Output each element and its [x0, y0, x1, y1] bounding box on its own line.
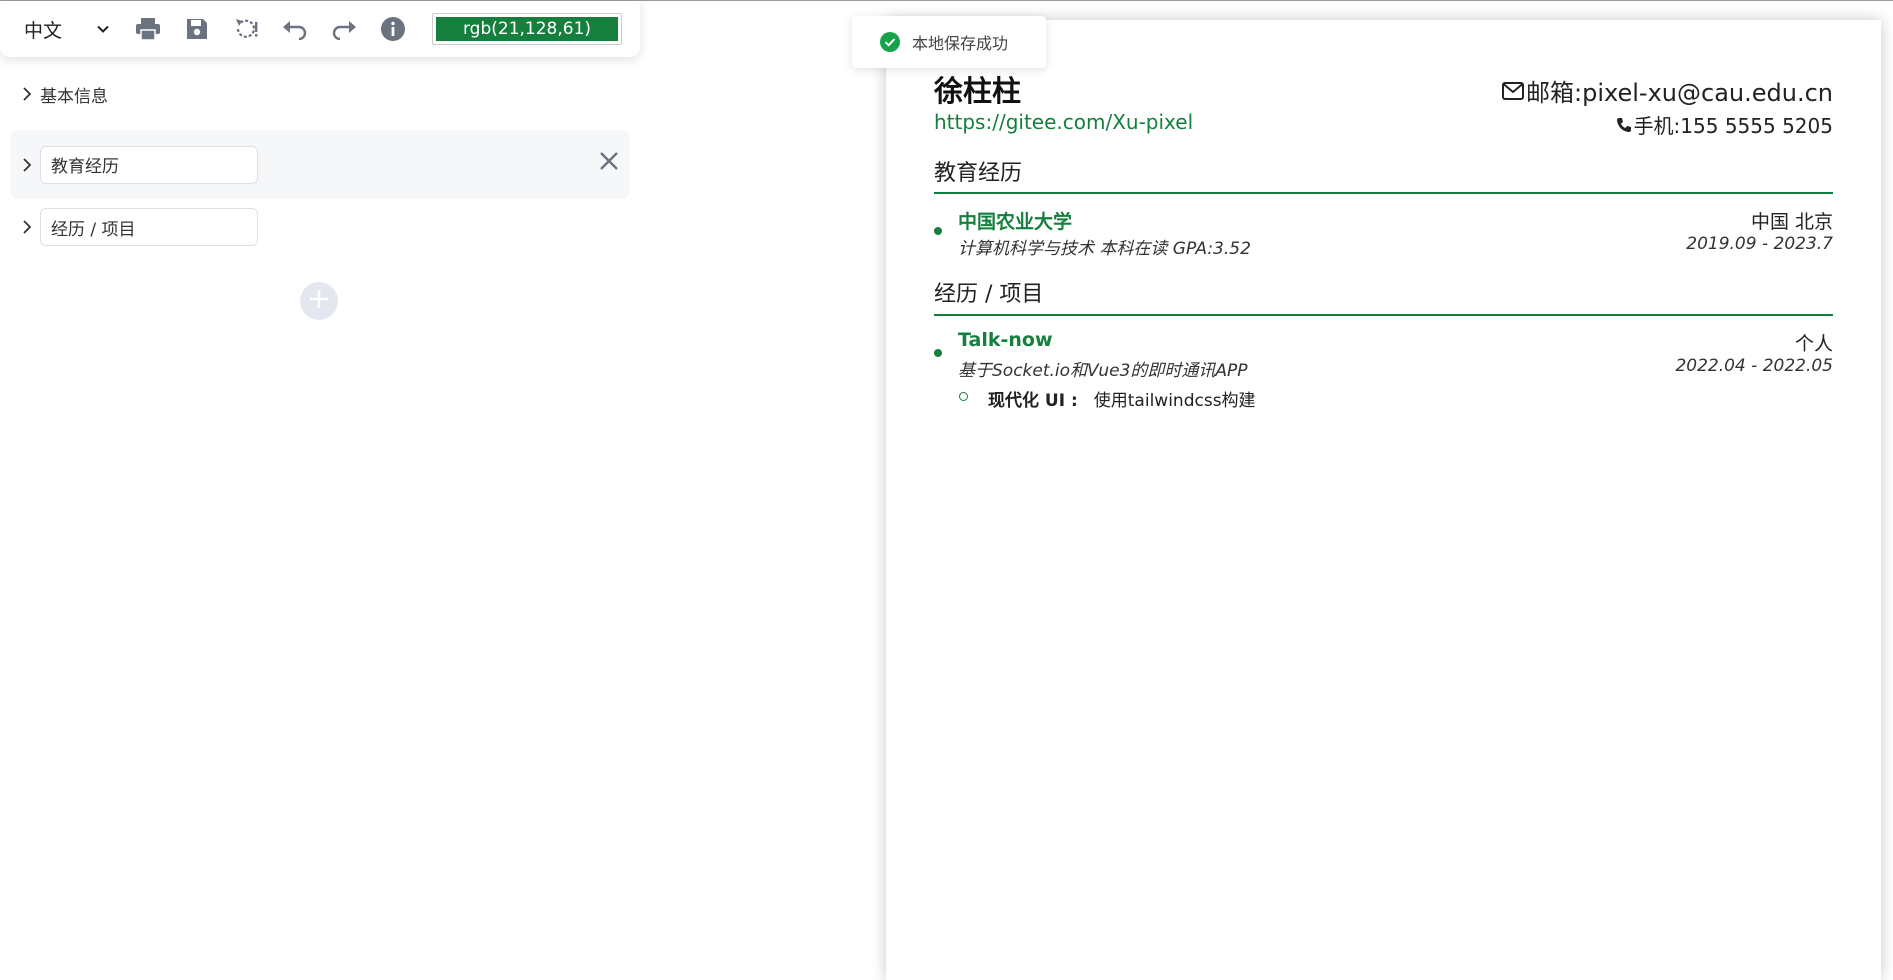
experience-bullet-dot: [934, 349, 942, 357]
education-location: 中国 北京: [1750, 211, 1833, 233]
hollow-bullet: [959, 392, 968, 401]
bullet-label: 现代化 UI :: [988, 391, 1078, 411]
plus-icon: [306, 286, 332, 316]
project-role: 个人: [1794, 333, 1833, 355]
project-bullet: 现代化 UI : 使用tailwindcss构建: [988, 386, 1256, 411]
toolbar: 中文 rgb(21,128,61): [0, 1, 640, 57]
section-basic-info[interactable]: 基本信息: [10, 78, 630, 110]
resume-homepage-link[interactable]: https://gitee.com/Xu-pixel: [934, 110, 1193, 134]
resume-phone: 手机:155 5555 5205: [1616, 110, 1833, 139]
section-education[interactable]: [10, 130, 630, 199]
reset-icon[interactable]: [232, 15, 260, 43]
print-icon[interactable]: [134, 15, 162, 43]
experience-divider: [934, 314, 1833, 316]
language-label: 中文: [24, 19, 63, 42]
bullet-text: 使用tailwindcss构建: [1093, 391, 1256, 411]
language-select[interactable]: 中文: [24, 16, 114, 43]
resume-email: 邮箱:pixel-xu@cau.edu.cn: [1502, 73, 1833, 108]
education-title-input[interactable]: [40, 145, 258, 184]
project-detail: 基于Socket.io和Vue3的即时通讯APP: [958, 361, 1248, 381]
check-circle-icon: [880, 32, 900, 52]
chevron-down-icon: [96, 22, 110, 36]
phone-text: 手机:155 5555 5205: [1633, 114, 1833, 138]
save-icon[interactable]: [183, 15, 211, 43]
school-name: 中国农业大学: [958, 211, 1073, 233]
education-detail: 计算机科学与技术 本科在读 GPA:3.52: [958, 239, 1251, 259]
redo-icon[interactable]: [330, 15, 358, 43]
experience-title-input[interactable]: [40, 208, 258, 246]
resume-preview: 徐柱柱 https://gitee.com/Xu-pixel 邮箱:pixel-…: [886, 20, 1881, 980]
section-experience[interactable]: [10, 208, 630, 246]
theme-color-picker[interactable]: rgb(21,128,61): [432, 13, 622, 45]
toast-message: 本地保存成功: [912, 34, 1009, 53]
education-date: 2019.09 - 2023.7: [1686, 234, 1833, 254]
phone-icon: [1616, 117, 1632, 133]
mail-icon: [1502, 81, 1525, 100]
chevron-right-icon[interactable]: [10, 157, 40, 173]
education-bullet-dot: [934, 227, 942, 235]
email-text: 邮箱:pixel-xu@cau.edu.cn: [1526, 79, 1833, 107]
chevron-right-icon[interactable]: [10, 219, 40, 235]
chevron-right-icon[interactable]: [10, 86, 40, 102]
resume-name: 徐柱柱: [934, 74, 1022, 108]
close-icon[interactable]: [598, 150, 620, 176]
add-section-button[interactable]: [300, 282, 338, 320]
project-name: Talk-now: [958, 329, 1053, 351]
theme-color-value: rgb(21,128,61): [436, 17, 618, 41]
basic-info-label: 基本信息: [40, 86, 108, 107]
project-date: 2022.04 - 2022.05: [1675, 356, 1833, 376]
save-success-toast: 本地保存成功: [852, 16, 1046, 68]
info-icon[interactable]: [379, 15, 407, 43]
undo-icon[interactable]: [281, 15, 309, 43]
education-divider: [934, 192, 1833, 194]
experience-section-title: 经历 / 项目: [934, 282, 1044, 307]
education-section-title: 教育经历: [934, 161, 1023, 186]
